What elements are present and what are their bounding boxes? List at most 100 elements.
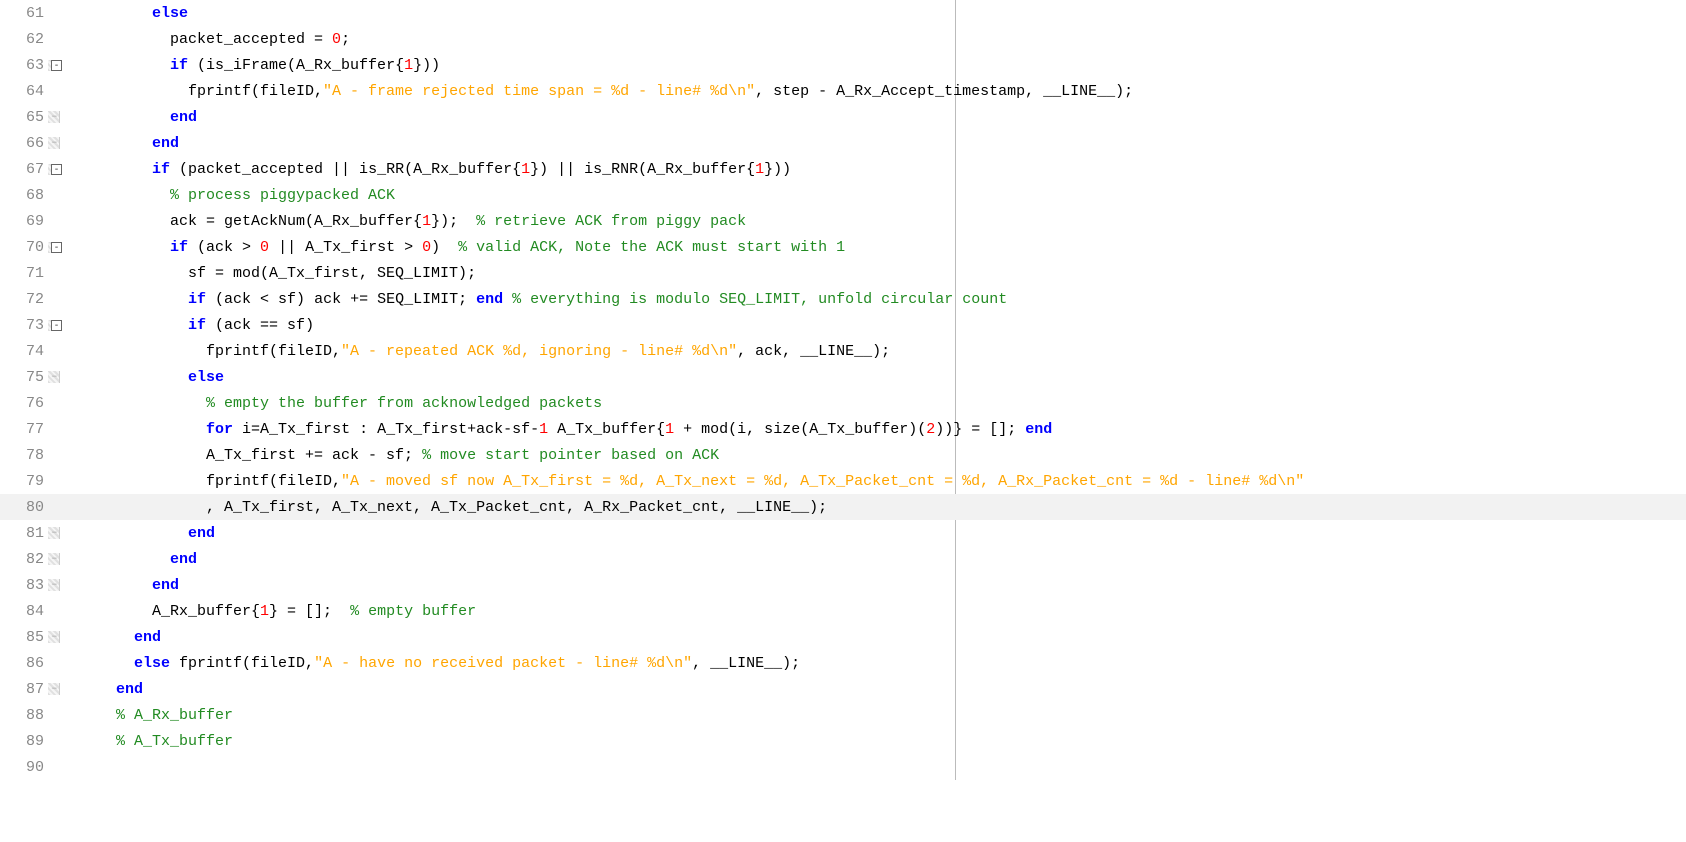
token-id (503, 291, 512, 308)
token-id (80, 681, 116, 698)
code-content[interactable]: A_Rx_buffer{1} = []; % empty buffer (76, 603, 476, 620)
token-id: , A_Tx_first, A_Tx_next, A_Tx_Packet_cnt… (80, 499, 827, 516)
line-number: 89 (0, 733, 48, 750)
code-line[interactable]: 79 fprintf(fileID,"A - moved sf now A_Tx… (0, 468, 1686, 494)
code-content[interactable]: end (76, 629, 161, 646)
code-line[interactable]: 85– end (0, 624, 1686, 650)
code-line[interactable]: 61 else (0, 0, 1686, 26)
line-number: 68 (0, 187, 48, 204)
token-kw: else (134, 655, 170, 672)
fold-tick-icon: – (51, 579, 58, 591)
code-line[interactable]: 74 fprintf(fileID,"A - repeated ACK %d, … (0, 338, 1686, 364)
fold-gutter: – (48, 137, 76, 149)
code-line[interactable]: 87– end (0, 676, 1686, 702)
code-line[interactable]: 73- if (ack == sf) (0, 312, 1686, 338)
code-line[interactable]: 69 ack = getAckNum(A_Rx_buffer{1}); % re… (0, 208, 1686, 234)
code-line[interactable]: 82– end (0, 546, 1686, 572)
token-kw: end (1025, 421, 1052, 438)
code-content[interactable]: % A_Tx_buffer (76, 733, 233, 750)
code-content[interactable]: packet_accepted = 0; (76, 31, 350, 48)
fold-toggle-icon[interactable]: - (51, 164, 62, 175)
code-editor[interactable]: 61 else62 packet_accepted = 0;63- if (is… (0, 0, 1686, 780)
token-id: A_Rx_buffer{ (80, 603, 260, 620)
line-number: 71 (0, 265, 48, 282)
code-line[interactable]: 64 fprintf(fileID,"A - frame rejected ti… (0, 78, 1686, 104)
code-line[interactable]: 86 else fprintf(fileID,"A - have no rece… (0, 650, 1686, 676)
code-content[interactable]: else fprintf(fileID,"A - have no receive… (76, 655, 800, 672)
token-kw: if (188, 291, 206, 308)
code-content[interactable]: end (76, 525, 215, 542)
token-cmt: % A_Tx_buffer (116, 733, 233, 750)
code-line[interactable]: 88 % A_Rx_buffer (0, 702, 1686, 728)
code-line[interactable]: 78 A_Tx_first += ack - sf; % move start … (0, 442, 1686, 468)
code-content[interactable]: fprintf(fileID,"A - repeated ACK %d, ign… (76, 343, 890, 360)
token-id (80, 135, 152, 152)
code-line[interactable]: 70- if (ack > 0 || A_Tx_first > 0) % val… (0, 234, 1686, 260)
code-line[interactable]: 89 % A_Tx_buffer (0, 728, 1686, 754)
code-content[interactable]: if (packet_accepted || is_RR(A_Rx_buffer… (76, 161, 791, 178)
code-line[interactable]: 63- if (is_iFrame(A_Rx_buffer{1})) (0, 52, 1686, 78)
token-id: A_Tx_first += ack - sf; (80, 447, 422, 464)
token-id: })) (764, 161, 791, 178)
code-content[interactable]: else (76, 369, 224, 386)
code-content[interactable]: else (76, 5, 188, 22)
fold-toggle-icon[interactable]: - (51, 60, 62, 71)
code-content[interactable]: if (is_iFrame(A_Rx_buffer{1})) (76, 57, 440, 74)
code-content[interactable]: if (ack == sf) (76, 317, 314, 334)
token-kw: end (152, 135, 179, 152)
line-number: 85 (0, 629, 48, 646)
token-id: , __LINE__); (692, 655, 800, 672)
code-content[interactable]: % A_Rx_buffer (76, 707, 233, 724)
line-number: 65 (0, 109, 48, 126)
code-line[interactable]: 80 , A_Tx_first, A_Tx_next, A_Tx_Packet_… (0, 494, 1686, 520)
code-content[interactable]: fprintf(fileID,"A - moved sf now A_Tx_fi… (76, 473, 1304, 490)
code-content[interactable]: % process piggypacked ACK (76, 187, 395, 204)
token-num: 1 (755, 161, 764, 178)
code-content[interactable]: end (76, 681, 143, 698)
code-content[interactable]: end (76, 135, 179, 152)
token-cmt: % move start pointer based on ACK (422, 447, 719, 464)
token-num: 1 (404, 57, 413, 74)
code-content[interactable]: fprintf(fileID,"A - frame rejected time … (76, 83, 1133, 100)
code-line[interactable]: 84 A_Rx_buffer{1} = []; % empty buffer (0, 598, 1686, 624)
code-line[interactable]: 81– end (0, 520, 1686, 546)
code-line[interactable]: 67- if (packet_accepted || is_RR(A_Rx_bu… (0, 156, 1686, 182)
line-number: 76 (0, 395, 48, 412)
code-content[interactable]: A_Tx_first += ack - sf; % move start poi… (76, 447, 719, 464)
code-content[interactable]: ack = getAckNum(A_Rx_buffer{1}); % retri… (76, 213, 746, 230)
code-content[interactable]: if (ack < sf) ack += SEQ_LIMIT; end % ev… (76, 291, 1007, 308)
code-line[interactable]: 83– end (0, 572, 1686, 598)
code-line[interactable]: 76 % empty the buffer from acknowledged … (0, 390, 1686, 416)
code-line[interactable]: 90 (0, 754, 1686, 780)
code-content[interactable]: if (ack > 0 || A_Tx_first > 0) % valid A… (76, 239, 845, 256)
token-cmt: % empty the buffer from acknowledged pac… (206, 395, 602, 412)
code-content[interactable]: % empty the buffer from acknowledged pac… (76, 395, 602, 412)
code-line[interactable]: 71 sf = mod(A_Tx_first, SEQ_LIMIT); (0, 260, 1686, 286)
line-number: 86 (0, 655, 48, 672)
code-line[interactable]: 66– end (0, 130, 1686, 156)
code-line[interactable]: 72 if (ack < sf) ack += SEQ_LIMIT; end %… (0, 286, 1686, 312)
code-line[interactable]: 65– end (0, 104, 1686, 130)
fold-toggle-icon[interactable]: - (51, 242, 62, 253)
token-str: "A - frame rejected time span = %d - lin… (323, 83, 755, 100)
code-line[interactable]: 75– else (0, 364, 1686, 390)
token-num: 1 (665, 421, 674, 438)
token-id (80, 707, 116, 724)
fold-toggle-icon[interactable]: - (51, 320, 62, 331)
code-content[interactable]: , A_Tx_first, A_Tx_next, A_Tx_Packet_cnt… (76, 499, 827, 516)
token-id: (ack > (188, 239, 260, 256)
code-line[interactable]: 62 packet_accepted = 0; (0, 26, 1686, 52)
line-number: 64 (0, 83, 48, 100)
code-content[interactable]: for i=A_Tx_first : A_Tx_first+ack-sf-1 A… (76, 421, 1052, 438)
code-content[interactable]: end (76, 551, 197, 568)
line-number: 80 (0, 499, 48, 516)
token-id: })) (413, 57, 440, 74)
code-content[interactable]: end (76, 109, 197, 126)
token-id (80, 109, 170, 126)
code-content[interactable]: end (76, 577, 179, 594)
token-id (80, 629, 134, 646)
code-content[interactable]: sf = mod(A_Tx_first, SEQ_LIMIT); (76, 265, 476, 282)
token-id: A_Tx_buffer{ (548, 421, 665, 438)
code-line[interactable]: 68 % process piggypacked ACK (0, 182, 1686, 208)
code-line[interactable]: 77 for i=A_Tx_first : A_Tx_first+ack-sf-… (0, 416, 1686, 442)
